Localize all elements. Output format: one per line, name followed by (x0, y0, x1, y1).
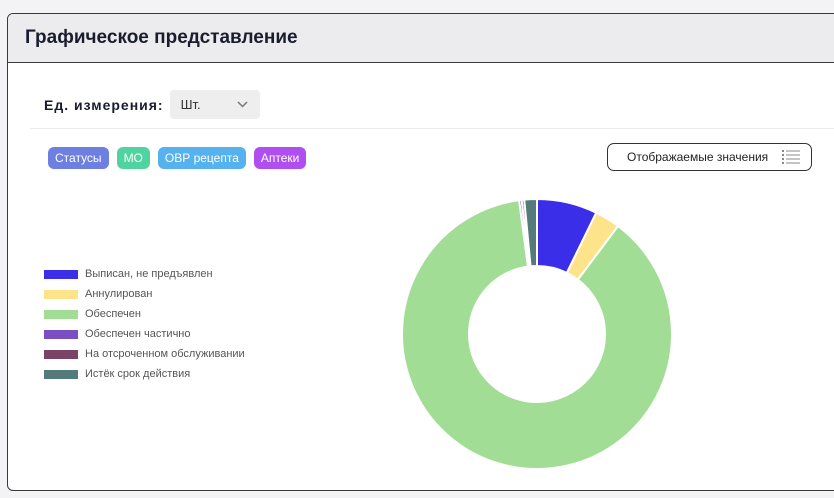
chip-pharmacies[interactable]: Аптеки (253, 147, 307, 169)
legend-label: Обеспечен (85, 308, 141, 320)
chip-mo[interactable]: МО (116, 147, 150, 169)
chart-card: Графическое представление Ед. измерения:… (7, 13, 834, 491)
donut-chart (401, 197, 673, 470)
legend-swatch (44, 269, 78, 279)
page-title: Графическое представление (25, 27, 298, 48)
legend-swatch (44, 349, 78, 359)
legend-label: Обеспечен частично (85, 328, 191, 340)
units-label: Ед. измерения: (44, 96, 164, 113)
chip-statuses[interactable]: Статусы (48, 147, 109, 169)
legend-item[interactable]: Выписан, не предъявлен (44, 264, 245, 284)
legend-swatch (44, 309, 78, 319)
filter-chips: Статусы МО ОВР рецепта Аптеки (48, 147, 307, 169)
card-header: Графическое представление (8, 14, 834, 63)
chevron-down-icon (237, 101, 248, 108)
units-select-value: Шт. (180, 97, 201, 112)
legend-label: Выписан, не предъявлен (85, 268, 213, 280)
legend-item[interactable]: Аннулирован (44, 284, 245, 304)
legend-swatch (44, 369, 78, 379)
legend-label: Аннулирован (85, 288, 153, 300)
legend-item[interactable]: Обеспечен (44, 304, 245, 324)
divider (30, 128, 834, 129)
legend-label: Истёк срок действия (85, 368, 191, 380)
displayed-values-button[interactable]: Отображаемые значения (607, 143, 812, 171)
legend-swatch (44, 329, 78, 339)
legend-label: На отсроченном обслуживании (85, 348, 245, 360)
chip-ovr[interactable]: ОВР рецепта (157, 147, 246, 169)
list-icon (782, 150, 800, 164)
units-select[interactable]: Шт. (169, 90, 260, 119)
legend-item[interactable]: Обеспечен частично (44, 324, 245, 344)
units-row: Ед. измерения: Шт. (44, 90, 260, 119)
displayed-values-label: Отображаемые значения (627, 150, 769, 164)
legend-item[interactable]: На отсроченном обслуживании (44, 344, 245, 364)
legend-item[interactable]: Истёк срок действия (44, 364, 245, 384)
legend-swatch (44, 289, 78, 299)
chart-legend: Выписан, не предъявлен Аннулирован Обесп… (44, 264, 245, 384)
